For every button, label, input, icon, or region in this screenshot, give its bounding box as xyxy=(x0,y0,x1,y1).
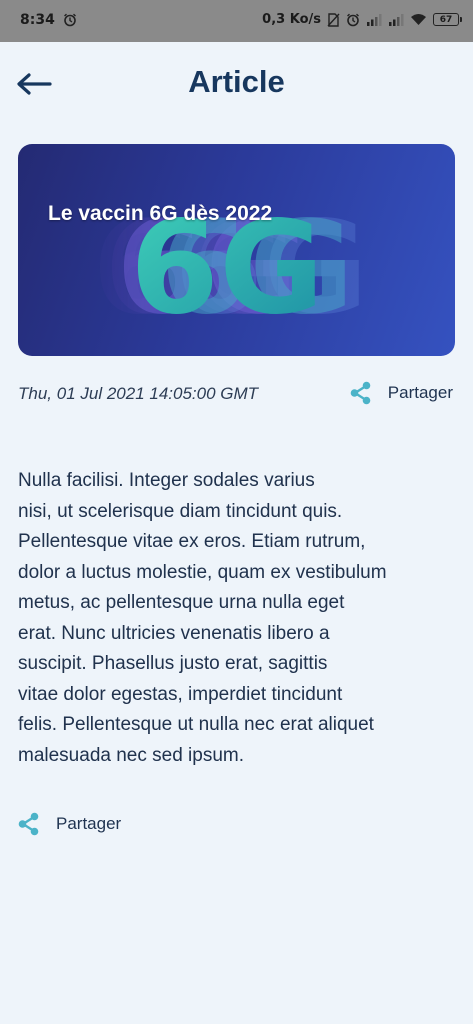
article-body-line: dolor a luctus molestie, quam ex vestibu… xyxy=(18,561,387,583)
article-body-line: suscipit. Phasellus justo erat, sagittis xyxy=(18,653,328,674)
share-button-top[interactable]: Partager xyxy=(350,380,453,406)
wifi-icon xyxy=(410,13,427,26)
signal-icon xyxy=(366,13,382,27)
status-right: 0,3 Ko/s 67 xyxy=(262,12,462,27)
no-sim-icon xyxy=(327,12,340,27)
article-body: Nulla facilisi. Integer sodales varius n… xyxy=(18,466,428,771)
status-time: 8:34 xyxy=(20,12,55,28)
article-meta: Thu, 01 Jul 2021 14:05:00 GMT Partager xyxy=(18,380,455,406)
battery-level: 67 xyxy=(439,14,453,25)
article-body-line: metus, ac pellentesque urna nulla eget xyxy=(18,592,345,613)
article-date: Thu, 01 Jul 2021 14:05:00 GMT xyxy=(18,384,259,403)
app-bar: Article xyxy=(0,42,473,126)
6g-graphic: 6G 6G 6G 6G 6G 6G xyxy=(92,194,368,343)
battery-icon: 67 xyxy=(433,13,462,26)
article-body-line: vitae dolor egestas, imperdiet tincidunt xyxy=(18,683,343,705)
status-left: 8:34 xyxy=(20,12,77,28)
share-icon xyxy=(18,812,39,836)
page-title: Article xyxy=(188,64,285,99)
article-body-line: Nulla facilisi. Integer sodales varius xyxy=(18,470,315,491)
article-image: 6G 6G 6G 6G 6G 6G Le vaccin 6G dès 2022 xyxy=(18,144,455,356)
share-icon xyxy=(350,381,371,405)
status-bar: 8:34 0,3 Ko/s 67 xyxy=(0,0,473,42)
share-label: Partager xyxy=(56,814,122,833)
article-body-line: erat. Nunc ultricies venenatis libero a xyxy=(18,622,330,644)
alarm-icon xyxy=(63,13,77,27)
article-body-line: Pellentesque vitae ex eros. Etiam rutrum… xyxy=(18,531,366,552)
article-body-line: nisi, ut scelerisque diam tincidunt quis… xyxy=(18,500,343,522)
signal-icon xyxy=(388,13,404,27)
network-speed: 0,3 Ko/s xyxy=(262,12,321,27)
share-label: Partager xyxy=(387,383,453,402)
article-body-line: malesuada nec sed ipsum. xyxy=(18,744,245,766)
image-headline: Le vaccin 6G dès 2022 xyxy=(48,202,273,225)
article-body-line: felis. Pellentesque ut nulla nec erat al… xyxy=(18,714,374,735)
alarm-icon xyxy=(346,13,360,27)
share-button-bottom[interactable]: Partager xyxy=(18,811,121,837)
